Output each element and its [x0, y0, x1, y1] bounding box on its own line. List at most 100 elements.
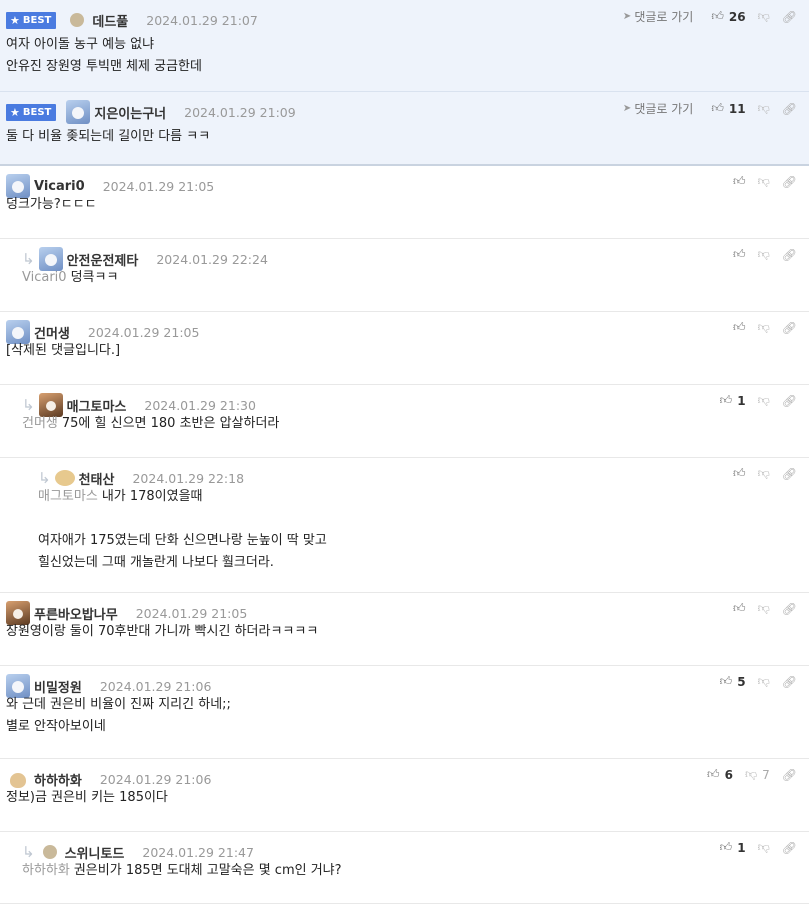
share-link-button[interactable]: 🔗︎: [782, 248, 797, 262]
nickname[interactable]: 비밀정원: [34, 677, 82, 696]
upvote-button[interactable]: 👍︎ 1: [720, 393, 746, 408]
comment-actions: 👍︎ 👎︎ 🔗︎: [721, 601, 797, 616]
share-link-button[interactable]: 🔗︎: [782, 675, 797, 689]
reply-arrow-icon: ↳: [38, 469, 51, 487]
comment-header: 하하하화 2024.01.29 21:06: [6, 767, 211, 791]
avatar[interactable]: [42, 845, 57, 859]
avatar[interactable]: [54, 470, 75, 486]
comment-header: ↳ 안전운전제타 2024.01.29 22:24: [22, 247, 268, 271]
comment-list: ★ BEST 데드풀 2024.01.29 21:07 여자 아이돌 농구 예능 없냐 …: [0, 0, 809, 904]
comment-actions: 👍︎ 1 👎︎ 🔗︎: [708, 393, 797, 408]
comment-body: Vicari0 덩큭ㅋㅋ: [22, 270, 119, 285]
thumbs-down-icon: 👎︎: [757, 674, 770, 688]
nickname[interactable]: 데드풀: [92, 11, 128, 30]
nickname[interactable]: 안전운전제타: [67, 250, 139, 269]
nickname[interactable]: 스위니토드: [65, 843, 125, 862]
comment-body: 둘 다 비율 좆되는데 길이만 다름 ㅋㅋ: [6, 129, 211, 144]
comment-actions: 👍︎ 5 👎︎ 🔗︎: [708, 674, 797, 689]
downvote-button[interactable]: 👎︎: [758, 840, 770, 855]
upvote-count: 1: [737, 393, 746, 408]
link-icon: 🔗︎: [781, 466, 797, 481]
goto-comment-link[interactable]: ➤ 댓글로 가기: [623, 100, 693, 117]
comment-body: [삭제된 댓글입니다.]: [6, 343, 121, 358]
comment-header: ↳ 매그토마스 2024.01.29 21:30: [22, 393, 256, 417]
downvote-button[interactable]: 👎︎: [758, 320, 770, 335]
nickname[interactable]: 건머생: [34, 323, 70, 342]
share-link-button[interactable]: 🔗︎: [782, 467, 797, 481]
best-comment: ★ BEST 데드풀 2024.01.29 21:07 여자 아이돌 농구 예능 없냐 …: [0, 0, 809, 92]
comment-date: 2024.01.29 21:09: [184, 104, 296, 120]
downvote-button[interactable]: 👎︎ 7: [745, 767, 770, 782]
thumbs-up-icon: 👍︎: [719, 393, 733, 407]
link-icon: 🔗︎: [781, 247, 797, 262]
thumbs-up-icon: 👍︎: [711, 9, 724, 23]
nickname[interactable]: 매그토마스: [67, 396, 127, 415]
goto-label: 댓글로 가기: [634, 102, 694, 116]
share-link-button[interactable]: 🔗︎: [782, 10, 797, 24]
goto-comment-link[interactable]: ➤ 댓글로 가기: [623, 8, 693, 25]
downvote-button[interactable]: 👎︎: [758, 9, 770, 24]
comment-header: 비밀정원 2024.01.29 21:06: [6, 674, 211, 698]
upvote-button[interactable]: 👍︎: [733, 247, 746, 262]
thumbs-down-icon: 👎︎: [757, 393, 770, 407]
comment: ↳ 안전운전제타 2024.01.29 22:24 Vicari0 덩큭ㅋㅋ 👍︎ 👎︎ 🔗︎: [0, 239, 809, 312]
share-link-button[interactable]: 🔗︎: [782, 321, 797, 335]
downvote-button[interactable]: 👎︎: [758, 101, 770, 116]
upvote-button[interactable]: 👍︎ 11: [711, 101, 745, 116]
comment-body: 건머생 75에 힐 신으면 180 초반은 압살하더라: [22, 416, 280, 431]
comment-header: ★ BEST 데드풀 2024.01.29 21:07: [6, 10, 258, 30]
nickname[interactable]: 천태산: [79, 469, 115, 488]
nickname[interactable]: 지은이는구너: [94, 103, 166, 122]
upvote-button[interactable]: 👍︎ 26: [711, 9, 745, 24]
upvote-button[interactable]: 👍︎ 1: [720, 840, 746, 855]
link-icon: 🔗︎: [781, 674, 797, 689]
upvote-button[interactable]: 👍︎ 5: [720, 674, 746, 689]
reply-target[interactable]: 하하하화: [22, 863, 70, 878]
reply-arrow-icon: ↳: [22, 250, 35, 268]
arrow-icon: ➤: [622, 103, 632, 114]
thumbs-up-icon: 👍︎: [733, 466, 746, 480]
downvote-button[interactable]: 👎︎: [758, 393, 770, 408]
reply-target[interactable]: 건머생: [22, 416, 58, 431]
thumbs-up-icon: 👍︎: [733, 320, 746, 334]
thumbs-down-icon: 👎︎: [757, 9, 770, 23]
share-link-button[interactable]: 🔗︎: [782, 102, 797, 116]
downvote-button[interactable]: 👎︎: [758, 674, 770, 689]
nickname[interactable]: 하하하화: [34, 770, 82, 789]
share-link-button[interactable]: 🔗︎: [782, 841, 797, 855]
comment-date: 2024.01.29 21:05: [102, 178, 215, 194]
downvote-button[interactable]: 👎︎: [758, 466, 770, 481]
avatar[interactable]: [66, 100, 91, 124]
downvote-button[interactable]: 👎︎: [758, 174, 770, 189]
upvote-button[interactable]: 👍︎: [733, 466, 746, 481]
reply-target[interactable]: Vicari0: [22, 270, 67, 285]
share-link-button[interactable]: 🔗︎: [782, 394, 797, 408]
comment-body: 매그토마스 내가 178이였을때 여자애가 175였는데 단화 신으면나랑 눈높이…: [38, 489, 327, 570]
upvote-button[interactable]: 👍︎: [733, 320, 746, 335]
reply-target[interactable]: 매그토마스: [38, 489, 98, 504]
upvote-button[interactable]: 👍︎: [733, 174, 746, 189]
share-link-button[interactable]: 🔗︎: [782, 175, 797, 189]
thumbs-down-icon: 👎︎: [757, 601, 770, 615]
downvote-button[interactable]: 👎︎: [758, 247, 770, 262]
comment-header: ↳ 스위니토드 2024.01.29 21:47: [22, 842, 254, 862]
nickname[interactable]: Vicari0: [34, 179, 85, 194]
upvote-count: 11: [728, 101, 746, 116]
link-icon: 🔗︎: [781, 174, 797, 189]
upvote-button[interactable]: 👍︎: [733, 601, 746, 616]
comment-body: 하하하화 권은비가 185면 도대체 고말숙은 몇 cm인 거냐?: [22, 863, 342, 878]
nickname[interactable]: 푸른바오밥나무: [34, 604, 118, 623]
comment-actions: 👍︎ 👎︎ 🔗︎: [721, 247, 797, 262]
share-link-button[interactable]: 🔗︎: [782, 602, 797, 616]
thumbs-up-icon: 👍︎: [719, 840, 733, 854]
comment-header: 푸른바오밥나무 2024.01.29 21:05: [6, 601, 247, 625]
comment-actions: 👍︎ 👎︎ 🔗︎: [721, 174, 797, 189]
downvote-button[interactable]: 👎︎: [758, 601, 770, 616]
thumbs-down-icon: 👎︎: [757, 466, 770, 480]
share-link-button[interactable]: 🔗︎: [782, 768, 797, 782]
comment: 건머생 2024.01.29 21:05 [삭제된 댓글입니다.] 👍︎ 👎︎ 🔗︎: [0, 312, 809, 385]
upvote-count: 26: [728, 9, 746, 24]
best-comment: ★ BEST 지은이는구너 2024.01.29 21:09 둘 다 비율 좆되는데 길…: [0, 92, 809, 166]
avatar[interactable]: [70, 13, 85, 27]
upvote-button[interactable]: 👍︎ 6: [707, 767, 733, 782]
